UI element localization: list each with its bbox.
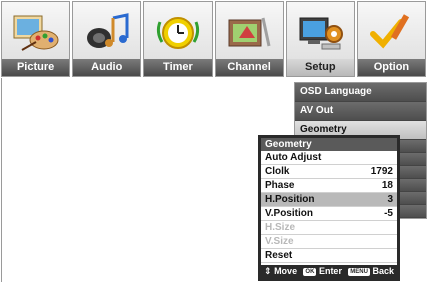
tab-picture[interactable]: Picture [1, 1, 71, 77]
palette-icon [13, 15, 59, 51]
row-label: V.Size [265, 236, 294, 247]
tab-audio[interactable]: Audio [72, 1, 142, 77]
main-menu-tabs: Picture Audio Timer Channel Setup Option [1, 1, 427, 77]
geometry-row-h-position[interactable]: H.Position 3 [261, 193, 397, 207]
tab-label: Audio [73, 59, 141, 76]
back-hint: MENU Back [348, 265, 394, 278]
row-value: 18 [381, 180, 393, 191]
geometry-row-v-position[interactable]: V.Position -5 [261, 207, 397, 221]
row-value: -5 [384, 208, 393, 219]
move-hint: ⇕ Move [264, 265, 297, 278]
tab-timer[interactable]: Timer [143, 1, 213, 77]
tab-label: Channel [215, 59, 283, 76]
enter-hint: OK Enter [303, 265, 342, 278]
geometry-row-auto-adjust[interactable]: Auto Adjust [261, 151, 397, 165]
row-label: Auto Adjust [265, 152, 322, 163]
row-label: Clolk [265, 166, 290, 177]
row-label: H.Position [265, 194, 315, 205]
menu-button-icon: MENU [348, 268, 370, 276]
row-label: Phase [265, 180, 295, 191]
geometry-row-v-size: V.Size [261, 235, 397, 249]
left-frame-line [1, 78, 2, 282]
tab-option[interactable]: Option [356, 1, 427, 77]
row-value: 1792 [370, 166, 393, 177]
tab-label: Picture [2, 59, 70, 76]
geometry-row-clock[interactable]: Clolk 1792 [261, 165, 397, 179]
back-hint-label: Back [372, 266, 394, 276]
music-notes-icon [86, 13, 129, 48]
submenu-item-osd-language[interactable]: OSD Language [295, 83, 426, 102]
geometry-row-h-size: H.Size [261, 221, 397, 235]
channel-icon [228, 17, 271, 47]
move-hint-label: Move [274, 266, 298, 276]
popup-title: Geometry [261, 138, 397, 151]
pencil-check-icon [370, 14, 410, 49]
tab-setup[interactable]: Setup [285, 1, 355, 77]
row-value: 3 [387, 194, 393, 205]
geometry-popup: Geometry Auto Adjust Clolk 1792 Phase 18… [258, 135, 400, 281]
geometry-row-reset[interactable]: Reset [261, 249, 397, 263]
geometry-row-phase[interactable]: Phase 18 [261, 179, 397, 193]
tab-label: Setup [286, 59, 354, 76]
enter-hint-label: Enter [318, 266, 342, 276]
row-label: Reset [265, 250, 293, 261]
submenu-item-av-out[interactable]: AV Out [295, 102, 426, 121]
popup-footer-hints: ⇕ Move OK Enter MENU Back [261, 265, 397, 278]
row-label: V.Position [265, 208, 313, 219]
tab-label: Option [357, 59, 426, 76]
row-label: H.Size [265, 222, 296, 233]
setup-monitor-icon [299, 17, 344, 50]
ok-button-icon: OK [303, 268, 317, 276]
tab-label: Timer [144, 59, 212, 76]
tab-channel[interactable]: Channel [214, 1, 284, 77]
clock-icon [156, 17, 200, 49]
up-down-arrow-icon: ⇕ [264, 266, 272, 276]
